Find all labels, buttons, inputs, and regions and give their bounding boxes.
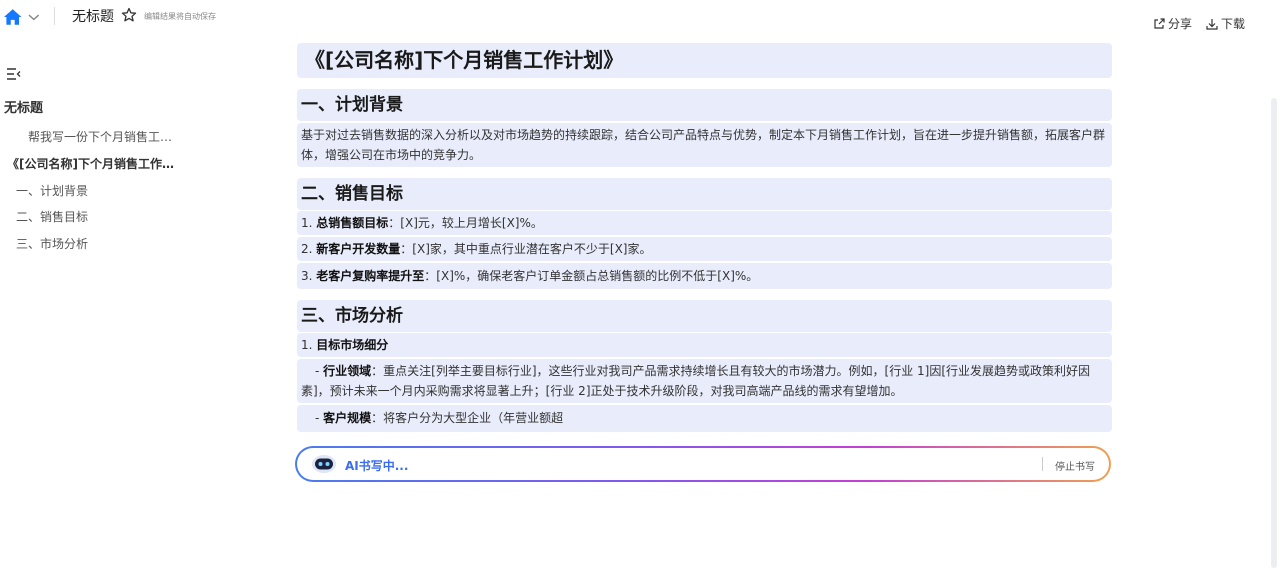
section-heading-block[interactable]: 三、市场分析	[297, 300, 1112, 332]
paragraph-text: 基于对过去销售数据的深入分析以及对市场趋势的持续跟踪，结合公司产品特点与优势，制…	[301, 128, 1106, 162]
list-number: 2.	[301, 242, 313, 256]
scrollbar[interactable]	[1271, 98, 1277, 568]
ai-status-text: AI书写中...	[345, 459, 409, 473]
list-text: ：[X]家，其中重点行业潜在客户不少于[X]家。	[400, 242, 652, 256]
stop-writing-button[interactable]: 停止书写	[1055, 458, 1095, 473]
paragraph-block[interactable]: - 行业领域：重点关注[列举主要目标行业]，这些行业对我司产品需求持续增长且有较…	[297, 359, 1112, 403]
download-label: 下载	[1221, 17, 1246, 31]
sidebar-prompt-item[interactable]: 帮我写一份下个月销售工…	[28, 128, 172, 145]
divider	[1042, 457, 1043, 471]
doc-heading: 《[公司名称]下个月销售工作计划》	[305, 48, 624, 72]
outline-item-background[interactable]: 一、计划背景	[16, 182, 88, 199]
list-text: ：[X]元，较上月增长[X]%。	[388, 216, 543, 230]
paragraph-block[interactable]: 基于对过去销售数据的深入分析以及对市场趋势的持续跟踪，结合公司产品特点与优势，制…	[297, 123, 1112, 167]
bullet-label: 客户规模	[323, 411, 372, 425]
ai-writing-bar: AI书写中... 停止书写	[295, 446, 1111, 482]
list-item[interactable]: 2. 新客户开发数量：[X]家，其中重点行业潜在客户不少于[X]家。	[297, 237, 1112, 261]
chevron-down-icon	[28, 14, 40, 21]
section-heading-block[interactable]: 一、计划背景	[297, 89, 1112, 121]
share-label: 分享	[1168, 17, 1193, 31]
list-number: 1.	[301, 216, 313, 230]
robot-avatar-icon	[312, 455, 336, 473]
home-button[interactable]	[3, 7, 41, 27]
list-item[interactable]: 1. 总销售额目标：[X]元，较上月增长[X]%。	[297, 211, 1112, 235]
outline-item-title[interactable]: 《[公司名称]下个月销售工作…	[7, 155, 174, 172]
paragraph-block[interactable]: - 客户规模：将客户分为大型企业（年营业额超	[297, 405, 1112, 432]
divider	[54, 7, 55, 25]
list-item[interactable]: 1. 目标市场细分	[297, 333, 1112, 357]
share-button[interactable]: 分享	[1153, 15, 1192, 32]
list-item[interactable]: 3. 老客户复购率提升至：[X]%，确保老客户订单金额占总销售额的比例不低于[X…	[297, 263, 1112, 289]
list-number: 1.	[301, 338, 313, 352]
section-heading: 一、计划背景	[301, 95, 403, 115]
section-heading: 二、销售目标	[301, 184, 403, 204]
download-icon	[1206, 18, 1218, 30]
document-title[interactable]: 无标题	[72, 6, 114, 26]
outline-item-goals[interactable]: 二、销售目标	[16, 208, 88, 225]
bullet-text: ：重点关注[列举主要目标行业]，这些行业对我司产品需求持续增长且有较大的市场潜力…	[301, 364, 1091, 398]
outline-item-market[interactable]: 三、市场分析	[16, 235, 88, 252]
list-number: 3.	[301, 269, 313, 283]
autosave-hint: 编辑结果将自动保存	[144, 12, 216, 21]
list-label: 总销售额目标	[316, 216, 389, 230]
bullet-text: ：将客户分为大型企业（年营业额超	[371, 411, 564, 425]
collapse-sidebar-icon[interactable]	[6, 67, 22, 81]
star-icon[interactable]	[121, 7, 137, 23]
section-heading-block[interactable]: 二、销售目标	[297, 178, 1112, 210]
doc-heading-block[interactable]: 《[公司名称]下个月销售工作计划》	[297, 43, 1112, 78]
list-label: 目标市场细分	[316, 338, 389, 352]
top-bar: 无标题 编辑结果将自动保存 分享 下载	[0, 0, 1280, 36]
bullet-dash: -	[315, 411, 324, 425]
list-text: ：[X]%，确保老客户订单金额占总销售额的比例不低于[X]%。	[424, 269, 759, 283]
share-icon	[1154, 17, 1165, 29]
list-label: 新客户开发数量	[316, 242, 401, 256]
list-label: 老客户复购率提升至	[316, 269, 425, 283]
home-icon	[3, 9, 22, 25]
section-heading: 三、市场分析	[301, 306, 403, 326]
bullet-label: 行业领域	[323, 364, 372, 378]
download-button[interactable]: 下载	[1206, 15, 1245, 32]
bullet-dash: -	[315, 364, 324, 378]
sidebar-doc-title[interactable]: 无标题	[4, 97, 43, 116]
